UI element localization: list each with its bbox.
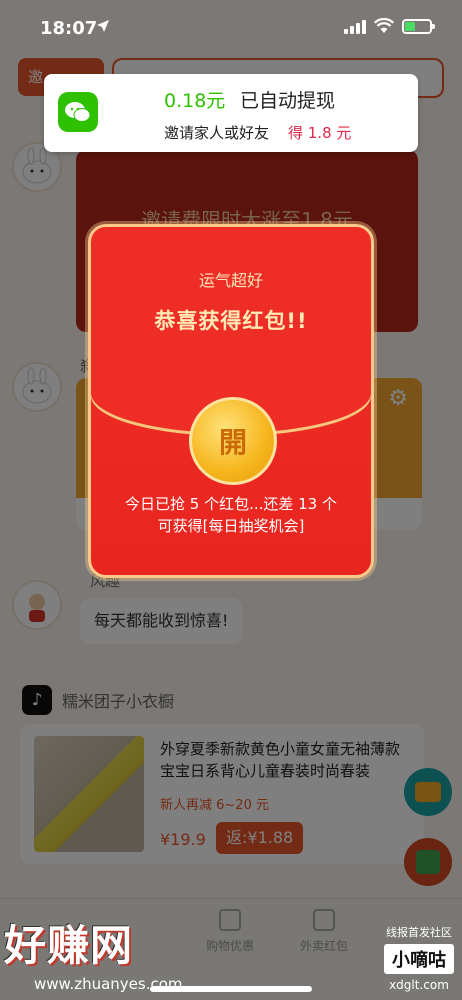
watermark-brand: 小嘀咕: [384, 944, 454, 974]
home-indicator[interactable]: [150, 986, 312, 992]
envelope-description: 今日已抢 5 个红包...还差 13 个 可获得[每日抽奖机会]: [91, 493, 371, 537]
signal-icon: [344, 20, 366, 34]
red-envelope-modal: 运气超好 恭喜获得红包!! 開 今日已抢 5 个红包...还差 13 个 可获得…: [88, 224, 374, 578]
watermark-tagline: 线报首发社区: [386, 926, 452, 939]
community-watermark: 线报首发社区 小嘀咕 xdglt.com: [384, 924, 454, 992]
luck-text: 运气超好: [198, 271, 263, 290]
wifi-icon: [374, 18, 394, 33]
location-arrow-icon: [97, 20, 109, 32]
open-envelope-button[interactable]: 開: [189, 397, 277, 485]
reward-text: 可获得[每日抽奖机会]: [157, 517, 305, 535]
wechat-notification[interactable]: 0.18元 已自动提现 邀请家人或好友 得 1.8 元: [44, 74, 418, 152]
progress-text: 今日已抢 5 个红包...还差 13 个: [124, 495, 337, 513]
clock: 18:07: [40, 18, 98, 39]
invite-text: 邀请家人或好友: [164, 124, 270, 142]
withdraw-amount: 0.18元: [164, 90, 226, 112]
congrats-title: 恭喜获得红包!!: [154, 309, 308, 333]
wechat-icon: [58, 92, 98, 132]
withdraw-status: 已自动提现: [240, 90, 336, 112]
invite-reward: 得 1.8 元: [288, 124, 352, 142]
site-watermark: 好赚网 www.zhuanyes.com: [4, 912, 183, 993]
battery-icon: [402, 19, 435, 34]
watermark-logo: 好赚网: [4, 921, 134, 970]
watermark-domain: xdglt.com: [389, 978, 449, 992]
status-bar: 18:07: [0, 0, 462, 50]
